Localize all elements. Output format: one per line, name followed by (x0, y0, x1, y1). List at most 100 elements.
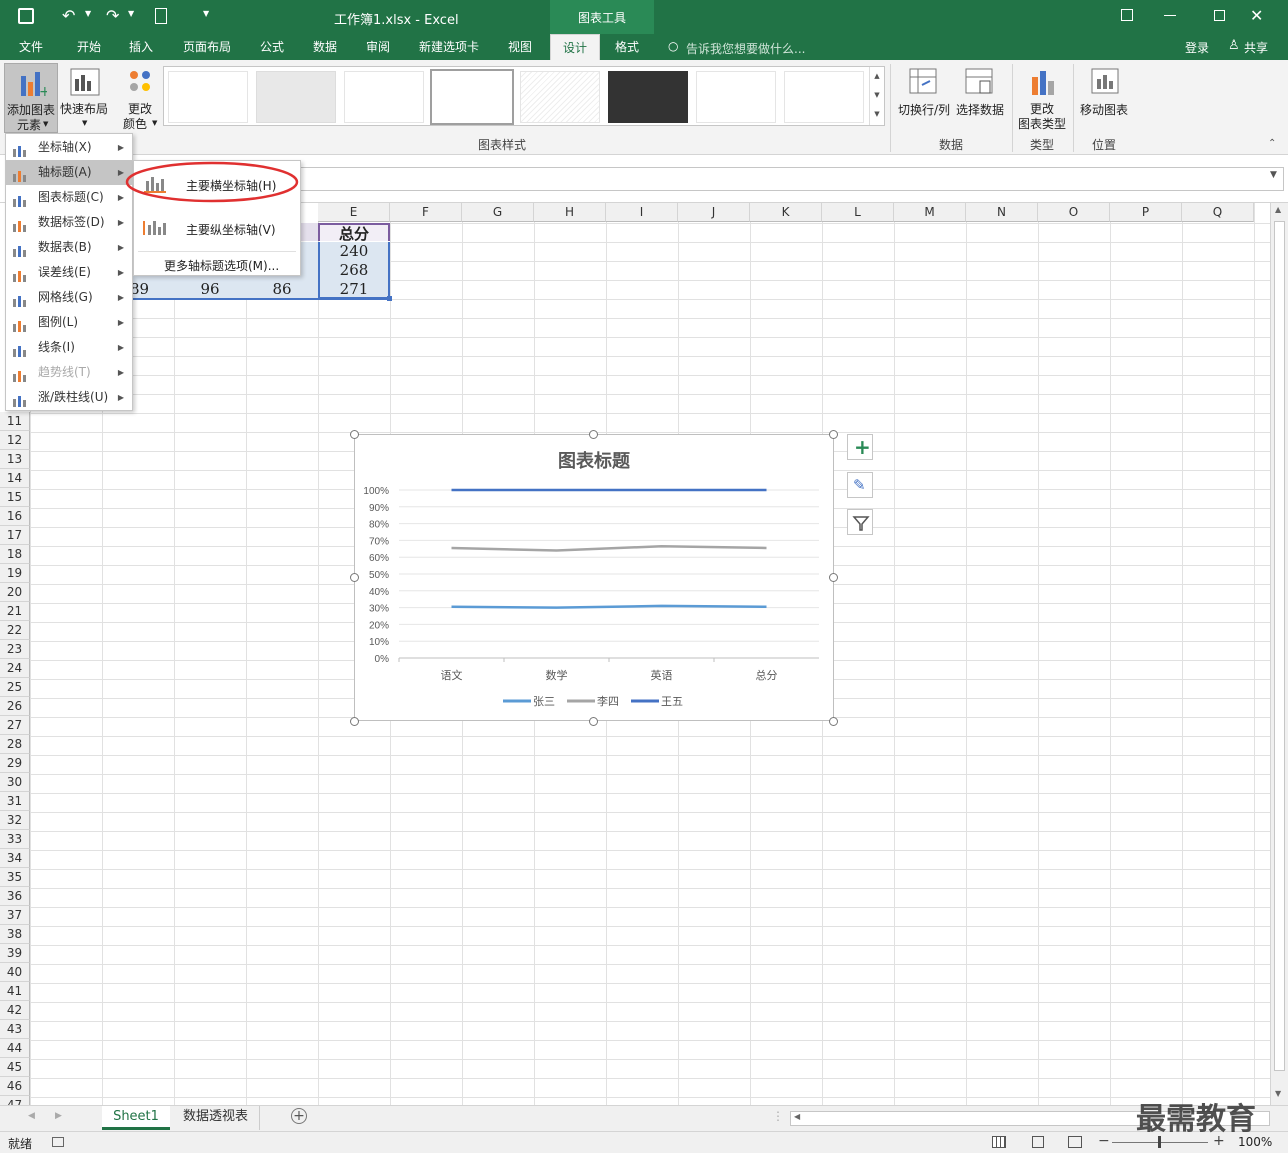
chart-style-4[interactable] (430, 69, 514, 125)
row-header-26[interactable]: 26 (0, 697, 30, 716)
primary-vertical-axis-item[interactable]: 主要纵坐标轴(V) (134, 209, 300, 247)
resize-handle-tl[interactable] (350, 430, 359, 439)
column-header-I[interactable]: I (606, 203, 678, 222)
scroll-thumb[interactable] (1274, 221, 1285, 1071)
row-header-12[interactable]: 12 (0, 431, 30, 450)
select-data-button[interactable]: 选择数据 (954, 63, 1006, 123)
resize-handle-b[interactable] (589, 717, 598, 726)
row-header-42[interactable]: 42 (0, 1001, 30, 1020)
share-button[interactable]: 共享 (1244, 39, 1268, 56)
chart-style-7[interactable] (696, 71, 776, 123)
scroll-up-icon[interactable]: ▲ (1275, 205, 1281, 214)
prev-sheet-icon[interactable]: ◀ (28, 1111, 35, 1121)
row-header-37[interactable]: 37 (0, 906, 30, 925)
chart-style-5[interactable] (520, 71, 600, 123)
row-header-11[interactable]: 11 (0, 412, 30, 431)
redo-dropdown-icon[interactable]: ▼ (128, 9, 134, 18)
menu-item-10[interactable]: 涨/跌柱线(U) ▶ (6, 385, 132, 410)
menu-item-8[interactable]: 线条(I) ▶ (6, 335, 132, 360)
add-chart-element-button[interactable]: + 添加图表 元素 ▼ (4, 63, 58, 133)
close-icon[interactable]: ✕ (1250, 6, 1263, 25)
change-colors-button[interactable]: 更改 颜色 ▼ (118, 63, 162, 133)
tab-data[interactable]: 数据 (305, 34, 345, 60)
vertical-scrollbar[interactable]: ▲ ▼ (1270, 203, 1288, 1105)
column-header-G[interactable]: G (462, 203, 534, 222)
sheet-tab-pivot[interactable]: 数据透视表 (172, 1106, 260, 1130)
row-header-33[interactable]: 33 (0, 830, 30, 849)
undo-dropdown-icon[interactable]: ▼ (85, 9, 91, 18)
minimize-icon[interactable] (1164, 15, 1176, 16)
collapse-ribbon-icon[interactable]: ⌃ (1268, 138, 1276, 149)
column-header-N[interactable]: N (966, 203, 1038, 222)
column-header-E[interactable]: E (318, 203, 390, 222)
macro-record-icon[interactable] (52, 1137, 64, 1147)
scroll-left-icon[interactable]: ◀ (794, 1112, 800, 1121)
menu-item-6[interactable]: 网格线(G) ▶ (6, 285, 132, 310)
menu-item-2[interactable]: 图表标题(C) ▶ (6, 185, 132, 210)
row-header-44[interactable]: 44 (0, 1039, 30, 1058)
row-header-45[interactable]: 45 (0, 1058, 30, 1077)
quick-layout-button[interactable]: 快速布局 ▼ (60, 63, 110, 133)
chart-style-6[interactable] (608, 71, 688, 123)
tab-format[interactable]: 格式 (604, 34, 650, 60)
page-break-view-icon[interactable] (1068, 1136, 1082, 1148)
menu-item-7[interactable]: 图例(L) ▶ (6, 310, 132, 335)
row-header-13[interactable]: 13 (0, 450, 30, 469)
menu-item-1[interactable]: 轴标题(A) ▶ (6, 160, 132, 185)
redo-icon[interactable]: ↷ (106, 6, 119, 25)
scroll-down-icon[interactable]: ▼ (1275, 1089, 1281, 1098)
tab-insert[interactable]: 插入 (120, 34, 162, 60)
chart-style-8[interactable] (784, 71, 864, 123)
row-header-19[interactable]: 19 (0, 564, 30, 583)
column-header-K[interactable]: K (750, 203, 822, 222)
row-header-15[interactable]: 15 (0, 488, 30, 507)
menu-item-3[interactable]: 数据标签(D) ▶ (6, 210, 132, 235)
move-chart-button[interactable]: 移动图表 (1078, 63, 1132, 123)
row-header-38[interactable]: 38 (0, 925, 30, 944)
row-header-22[interactable]: 22 (0, 621, 30, 640)
column-header-F[interactable]: F (390, 203, 462, 222)
chart-filters-button[interactable] (847, 509, 873, 535)
login-link[interactable]: 登录 (1185, 39, 1209, 56)
more-axis-title-options[interactable]: 更多轴标题选项(M)... (164, 257, 279, 274)
fill-handle[interactable] (387, 296, 392, 301)
row-header-39[interactable]: 39 (0, 944, 30, 963)
row-header-40[interactable]: 40 (0, 963, 30, 982)
tab-page-layout[interactable]: 页面布局 (176, 34, 238, 60)
column-header-H[interactable]: H (534, 203, 606, 222)
column-header-P[interactable]: P (1110, 203, 1182, 222)
menu-item-4[interactable]: 数据表(B) ▶ (6, 235, 132, 260)
change-chart-type-button[interactable]: 更改 图表类型 (1016, 63, 1068, 133)
row-header-20[interactable]: 20 (0, 583, 30, 602)
table-cell-b4[interactable]: 89 (130, 280, 174, 299)
chart-style-3[interactable] (344, 71, 424, 123)
tab-view[interactable]: 视图 (500, 34, 540, 60)
row-header-24[interactable]: 24 (0, 659, 30, 678)
menu-item-5[interactable]: 误差线(E) ▶ (6, 260, 132, 285)
plot-area[interactable]: 100% 90% 80% 70% 60% 50% 40% 30% 20% 10% 0% 语文 数学 英语 总… (355, 435, 833, 720)
row-header-34[interactable]: 34 (0, 849, 30, 868)
row-header-25[interactable]: 25 (0, 678, 30, 697)
row-header-27[interactable]: 27 (0, 716, 30, 735)
table-cell-c4[interactable]: 96 (174, 280, 246, 299)
table-cell-e4[interactable]: 271 (318, 280, 390, 299)
tab-new[interactable]: 新建选项卡 (412, 34, 486, 60)
column-header-J[interactable]: J (678, 203, 750, 222)
column-header-O[interactable]: O (1038, 203, 1110, 222)
row-header-16[interactable]: 16 (0, 507, 30, 526)
table-cell-e2[interactable]: 240 (318, 242, 390, 261)
normal-view-icon[interactable] (992, 1136, 1006, 1148)
column-header-L[interactable]: L (822, 203, 894, 222)
column-header-M[interactable]: M (894, 203, 966, 222)
tab-home[interactable]: 开始 (68, 34, 110, 60)
row-header-18[interactable]: 18 (0, 545, 30, 564)
page-layout-view-icon[interactable] (1032, 1136, 1044, 1148)
resize-handle-r[interactable] (829, 573, 838, 582)
switch-row-col-button[interactable]: 切换行/列 (896, 63, 952, 123)
resize-handle-l[interactable] (350, 573, 359, 582)
row-header-35[interactable]: 35 (0, 868, 30, 887)
row-header-41[interactable]: 41 (0, 982, 30, 1001)
row-header-28[interactable]: 28 (0, 735, 30, 754)
table-cell-d4[interactable]: 86 (246, 280, 318, 299)
row-header-17[interactable]: 17 (0, 526, 30, 545)
